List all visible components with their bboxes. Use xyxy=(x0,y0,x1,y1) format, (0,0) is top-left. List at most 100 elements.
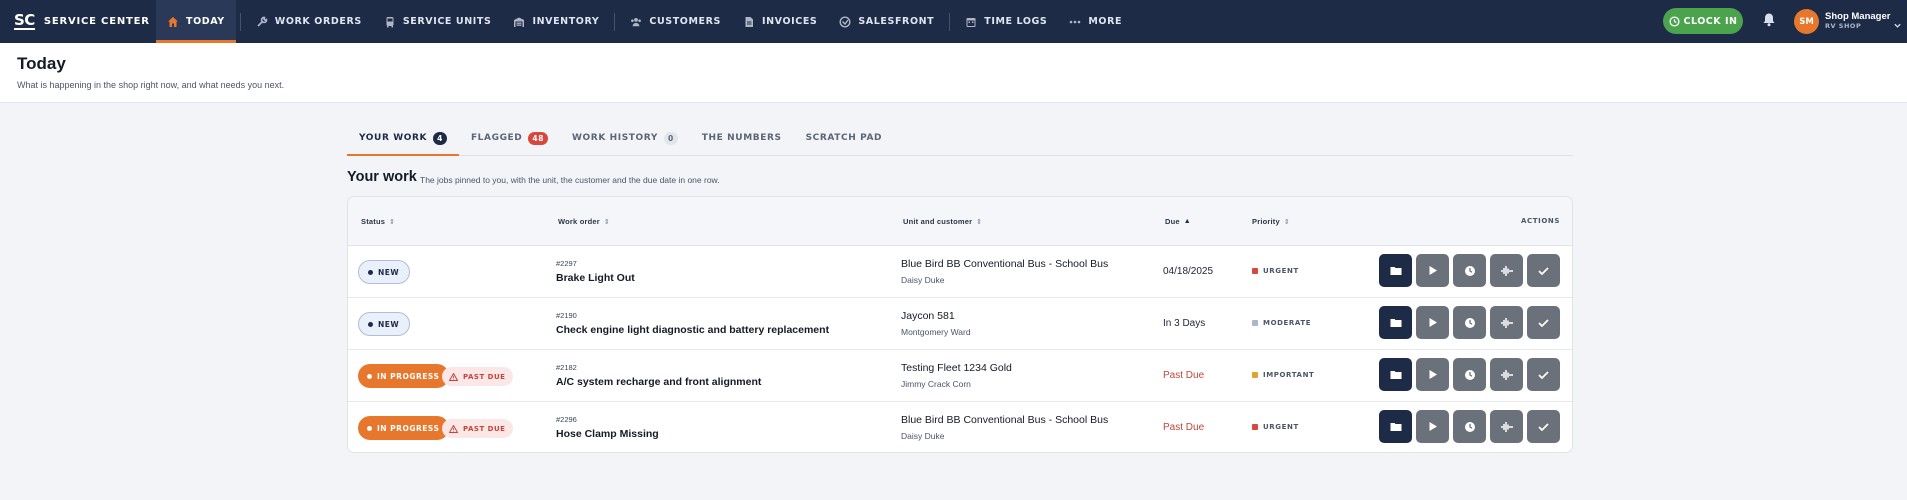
priority-label: MODERATE xyxy=(1252,319,1311,327)
row-actions xyxy=(1379,306,1560,339)
column-header-work-order[interactable]: Work order ⇕ xyxy=(558,217,610,226)
nav-item-label: TIME LOGS xyxy=(984,16,1048,27)
column-header-due[interactable]: Due ▲ xyxy=(1165,217,1191,226)
column-header-status[interactable]: Status ⇕ xyxy=(361,217,395,226)
top-nav: SC SERVICE CENTER TODAY WORK ORDERS SERV… xyxy=(0,0,1907,43)
tab-count-badge: 48 xyxy=(528,132,549,145)
work-order-title[interactable]: Brake Light Out xyxy=(556,272,635,284)
nav-item-work-orders[interactable]: WORK ORDERS xyxy=(245,0,373,43)
nav-item-label: SALESFRONT xyxy=(858,16,935,27)
customer-name[interactable]: Daisy Duke xyxy=(901,431,944,441)
customer-name[interactable]: Jimmy Crack Corn xyxy=(901,379,971,389)
tab-your-work[interactable]: YOUR WORK 4 xyxy=(347,125,459,156)
brand[interactable]: SC SERVICE CENTER xyxy=(0,0,156,43)
open-folder-button[interactable] xyxy=(1379,254,1412,287)
voice-note-button[interactable] xyxy=(1490,410,1523,443)
tab-the-numbers[interactable]: THE NUMBERS xyxy=(690,125,794,156)
table-row[interactable]: IN PROGRESS PAST DUE #2182 A/C system re… xyxy=(348,350,1572,402)
clock-in-button[interactable]: CLOCK IN xyxy=(1663,8,1743,34)
log-time-button[interactable] xyxy=(1453,306,1486,339)
log-time-button[interactable] xyxy=(1453,358,1486,391)
tab-scratch-pad[interactable]: SCRATCH PAD xyxy=(794,125,895,156)
nav-item-service-units[interactable]: SERVICE UNITS xyxy=(373,0,503,43)
work-order-title[interactable]: A/C system recharge and front alignment xyxy=(556,376,761,388)
complete-button[interactable] xyxy=(1527,410,1560,443)
clock-icon xyxy=(1464,421,1475,432)
table-row[interactable]: NEW #2297 Brake Light Out Blue Bird BB C… xyxy=(348,246,1572,298)
avatar[interactable]: SM xyxy=(1794,9,1819,34)
nav-item-today[interactable]: TODAY xyxy=(156,0,236,43)
table-header: Status ⇕ Work order ⇕ Unit and customer ⇕ D… xyxy=(348,197,1572,246)
tab-work-history[interactable]: WORK HISTORY 0 xyxy=(560,125,690,156)
log-time-button[interactable] xyxy=(1453,410,1486,443)
start-button[interactable] xyxy=(1416,410,1449,443)
status-badge: IN PROGRESS xyxy=(358,416,450,440)
customer-name[interactable]: Daisy Duke xyxy=(901,275,944,285)
waveform-icon xyxy=(1500,317,1513,328)
open-folder-button[interactable] xyxy=(1379,410,1412,443)
sort-icon: ⇕ xyxy=(976,218,983,226)
unit-name[interactable]: Testing Fleet 1234 Gold xyxy=(901,362,1012,374)
nav-item-more[interactable]: MORE xyxy=(1058,0,1133,43)
status-badge: NEW xyxy=(358,260,411,284)
due-date: Past Due xyxy=(1163,422,1205,433)
customer-name[interactable]: Montgomery Ward xyxy=(901,327,971,337)
log-time-button[interactable] xyxy=(1453,254,1486,287)
page-subtitle: What is happening in the shop right now,… xyxy=(17,80,285,90)
column-label: Priority xyxy=(1252,217,1280,226)
column-label: Unit and customer xyxy=(903,217,973,226)
nav-item-time-logs[interactable]: TIME LOGS xyxy=(954,0,1058,43)
file-icon xyxy=(743,16,755,28)
voice-note-button[interactable] xyxy=(1490,254,1523,287)
bus-icon xyxy=(384,16,396,28)
tab-flagged[interactable]: FLAGGED 48 xyxy=(459,125,560,156)
warning-icon xyxy=(449,424,458,433)
nav-divider xyxy=(949,12,951,31)
play-icon xyxy=(1429,318,1437,327)
unit-name[interactable]: Jaycon 581 xyxy=(901,310,955,322)
complete-button[interactable] xyxy=(1527,358,1560,391)
tab-label: YOUR WORK xyxy=(359,133,428,143)
nav-item-invoices[interactable]: INVOICES xyxy=(732,0,828,43)
tab-label: THE NUMBERS xyxy=(701,133,782,143)
table-row[interactable]: NEW #2190 Check engine light diagnostic … xyxy=(348,298,1572,350)
nav-item-inventory[interactable]: INVENTORY xyxy=(502,0,610,43)
nav-item-customers[interactable]: CUSTOMERS xyxy=(619,0,732,43)
unit-name[interactable]: Blue Bird BB Conventional Bus - School B… xyxy=(901,258,1108,270)
column-header-unit[interactable]: Unit and customer ⇕ xyxy=(903,217,982,226)
complete-button[interactable] xyxy=(1527,254,1560,287)
work-order-title[interactable]: Check engine light diagnostic and batter… xyxy=(556,324,829,336)
work-order-number: #2296 xyxy=(556,415,577,424)
unit-name[interactable]: Blue Bird BB Conventional Bus - School B… xyxy=(901,414,1108,426)
start-button[interactable] xyxy=(1416,306,1449,339)
clock-icon xyxy=(1464,317,1475,328)
section-description: The jobs pinned to you, with the unit, t… xyxy=(420,175,720,185)
work-order-title[interactable]: Hose Clamp Missing xyxy=(556,428,659,440)
chevron-down-icon[interactable] xyxy=(1893,17,1902,35)
nav-item-salesfront[interactable]: SALESFRONT xyxy=(828,0,945,43)
table-row[interactable]: IN PROGRESS PAST DUE #2296 Hose Clamp Mi… xyxy=(348,402,1572,452)
start-button[interactable] xyxy=(1416,358,1449,391)
tab-count-badge: 4 xyxy=(433,132,447,145)
nav-item-label: INVENTORY xyxy=(532,16,600,27)
user-name[interactable]: Shop Manager xyxy=(1825,11,1890,22)
due-date: In 3 Days xyxy=(1163,318,1206,329)
folder-icon xyxy=(1390,319,1401,327)
check-icon xyxy=(1538,318,1549,327)
column-header-actions: ACTIONS xyxy=(1521,217,1560,225)
column-header-priority[interactable]: Priority ⇕ xyxy=(1252,217,1290,226)
priority-label: URGENT xyxy=(1252,423,1299,431)
bell-icon[interactable] xyxy=(1762,12,1776,32)
waveform-icon xyxy=(1500,421,1513,432)
priority-label: IMPORTANT xyxy=(1252,371,1314,379)
warehouse-icon xyxy=(513,16,525,28)
open-folder-button[interactable] xyxy=(1379,358,1412,391)
voice-note-button[interactable] xyxy=(1490,358,1523,391)
more-icon xyxy=(1069,16,1081,28)
voice-note-button[interactable] xyxy=(1490,306,1523,339)
column-label: Work order xyxy=(558,217,600,226)
complete-button[interactable] xyxy=(1527,306,1560,339)
check-icon xyxy=(1538,422,1549,431)
start-button[interactable] xyxy=(1416,254,1449,287)
open-folder-button[interactable] xyxy=(1379,306,1412,339)
